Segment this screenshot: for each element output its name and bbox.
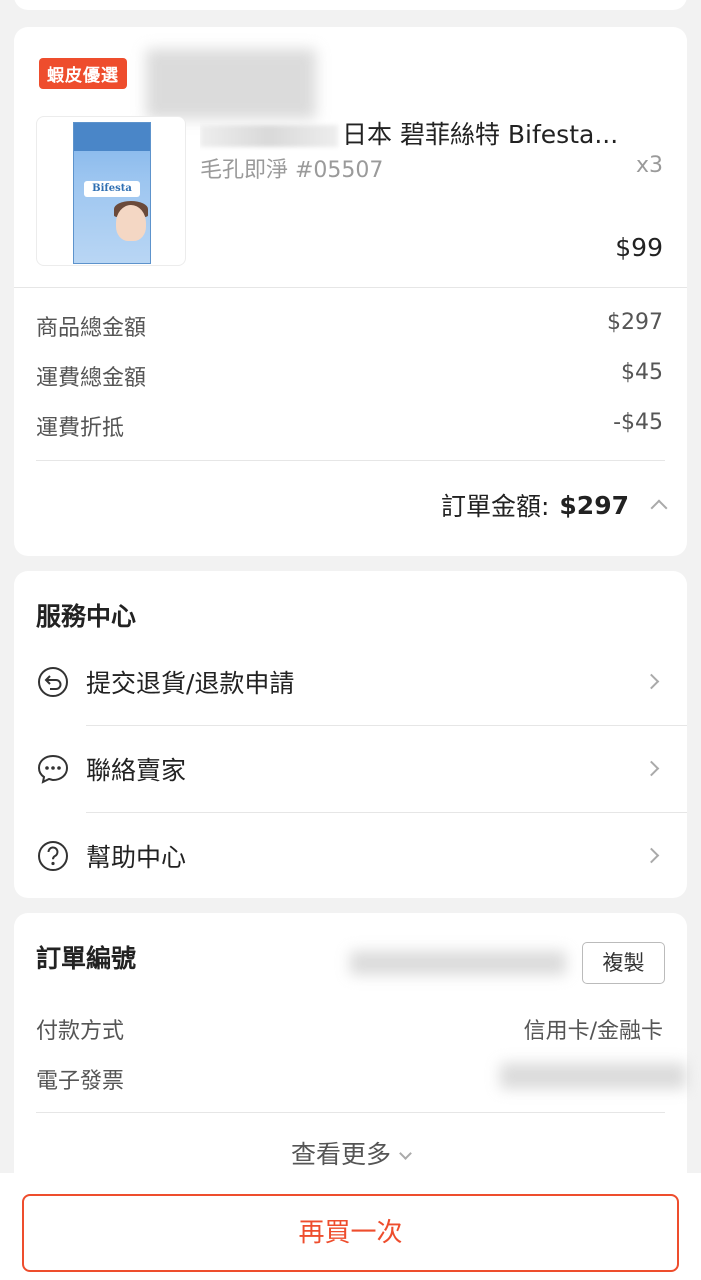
summary-value: -$45: [613, 410, 663, 435]
summary-value: $297: [607, 310, 663, 335]
redacted-shop-name: [146, 49, 316, 119]
service-item-help-center[interactable]: 幫助中心: [14, 812, 687, 899]
chevron-right-icon: [643, 673, 660, 690]
summary-value: $45: [621, 360, 663, 385]
divider: [36, 460, 665, 461]
summary-label: 運費折抵: [36, 416, 125, 441]
product-image: Bifesta: [73, 122, 151, 264]
order-total-label: 訂單金額:: [440, 492, 550, 521]
divider: [36, 1112, 665, 1113]
order-number-label: 訂單編號: [36, 944, 137, 973]
payment-method-row: 付款方式 信用卡/金融卡: [36, 1013, 663, 1045]
redacted-title-prefix: [200, 125, 338, 147]
summary-row-shipping-discount: 運費折抵 -$45: [36, 410, 663, 442]
chevron-right-icon: [643, 847, 660, 864]
buy-again-button[interactable]: 再買一次: [22, 1194, 679, 1272]
shopee-preferred-badge: 蝦皮優選: [39, 58, 127, 89]
help-icon: [38, 840, 68, 871]
product-thumbnail[interactable]: Bifesta: [36, 116, 186, 266]
divider: [14, 287, 687, 288]
chevron-down-icon: [399, 1147, 412, 1160]
bottom-action-bar: 再買一次: [0, 1173, 701, 1280]
copy-order-number-button[interactable]: 複製: [582, 942, 665, 984]
redacted-invoice-number: [500, 1063, 686, 1089]
product-quantity: x3: [635, 153, 663, 178]
order-total-amount: $297: [559, 490, 629, 520]
product-title[interactable]: 日本 碧菲絲特 Bifesta...: [200, 115, 668, 151]
service-item-label: 幫助中心: [86, 842, 187, 872]
service-item-label: 提交退貨/退款申請: [86, 668, 295, 698]
summary-label: 運費總金額: [36, 366, 147, 391]
service-item-return-refund[interactable]: 提交退貨/退款申請: [14, 638, 687, 725]
payment-method-label: 付款方式: [36, 1019, 125, 1044]
chat-icon: [37, 754, 69, 784]
product-variant: 毛孔即淨 #05507: [200, 158, 384, 183]
payment-method-value: 信用卡/金融卡: [523, 1019, 663, 1044]
summary-row-subtotal: 商品總金額 $297: [36, 310, 663, 342]
service-item-label: 聯絡賣家: [86, 755, 187, 785]
return-icon: [38, 666, 68, 697]
service-center-title: 服務中心: [36, 602, 137, 631]
redacted-order-number: [350, 951, 566, 975]
chevron-right-icon: [643, 760, 660, 777]
summary-label: 商品總金額: [36, 316, 147, 341]
previous-card-edge: [14, 0, 687, 10]
view-more-button[interactable]: 查看更多: [14, 1135, 687, 1171]
order-product-card: 蝦皮優選 Bifesta 日本 碧菲絲特 Bifesta... 毛孔即淨 #05…: [14, 27, 687, 556]
service-center-card: 服務中心 提交退貨/退款申請 聯絡賣家 幫助中心: [14, 571, 687, 898]
order-total-toggle[interactable]: 訂單金額: $297: [440, 487, 668, 523]
order-info-card: 訂單編號 複製 付款方式 信用卡/金融卡 電子發票 查看更多: [14, 913, 687, 1173]
summary-row-shipping: 運費總金額 $45: [36, 360, 663, 392]
chevron-up-icon: [650, 499, 668, 517]
service-item-contact-seller[interactable]: 聯絡賣家: [14, 725, 687, 812]
product-unit-price: $99: [615, 233, 663, 262]
e-invoice-label: 電子發票: [36, 1069, 125, 1094]
